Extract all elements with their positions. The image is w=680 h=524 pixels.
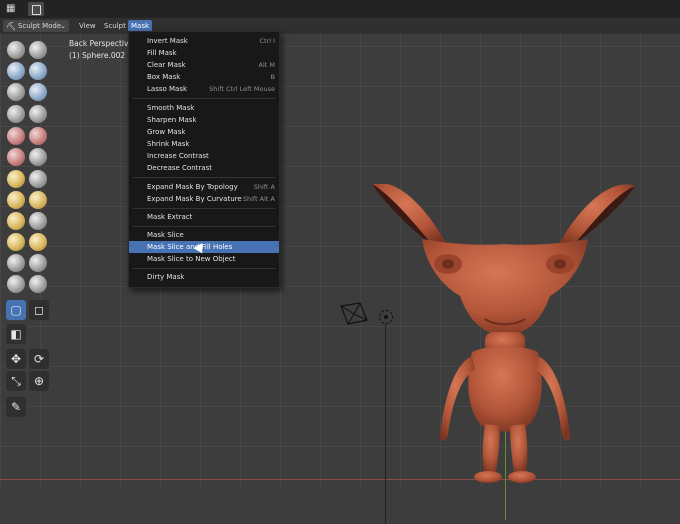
clay-thumb-brush-icon[interactable] xyxy=(7,83,25,101)
pinch-brush-icon[interactable] xyxy=(7,191,25,209)
move-tool[interactable]: ✥ xyxy=(6,349,26,369)
pose-brush-icon[interactable] xyxy=(29,233,47,251)
menu-item-increase-contrast[interactable]: Increase Contrast xyxy=(129,150,279,162)
menu-item-sharpen-mask[interactable]: Sharpen Mask xyxy=(129,114,279,126)
menu-separator xyxy=(133,208,275,209)
mode-select[interactable]: ⛏ Sculpt Mode ⌄ xyxy=(3,20,69,32)
viewport-header: ⛏ Sculpt Mode ⌄ View Sculpt Mask xyxy=(0,18,680,34)
menu-view[interactable]: View xyxy=(76,20,99,32)
menu-item-fill-mask[interactable]: Fill Mask xyxy=(129,47,279,59)
flatten-brush-icon[interactable] xyxy=(7,148,25,166)
scale-icon: ⤡ xyxy=(11,374,21,388)
move-icon: ✥ xyxy=(10,352,22,366)
menu-item-smooth-mask[interactable]: Smooth Mask xyxy=(129,102,279,114)
menu-item-dirty-mask[interactable]: Dirty Mask xyxy=(129,271,279,283)
menu-separator xyxy=(133,268,275,269)
mode-label: Sculpt Mode xyxy=(18,22,62,30)
snake-hook-brush-icon[interactable] xyxy=(29,212,47,230)
menu-item-shrink-mask[interactable]: Shrink Mask xyxy=(129,138,279,150)
draw-sharp-brush-icon[interactable] xyxy=(29,41,47,59)
chevron-down-icon: ⌄ xyxy=(60,22,66,30)
menu-item-decrease-contrast[interactable]: Decrease Contrast xyxy=(129,162,279,174)
simplify-brush-icon[interactable] xyxy=(7,275,25,293)
box-mask-icon: ▢ xyxy=(10,303,22,317)
rotate-tool[interactable]: ⟳ xyxy=(29,349,49,369)
menu-item-clear-mask[interactable]: Clear Mask Alt M xyxy=(129,59,279,71)
multiplane-scrape-brush-icon[interactable] xyxy=(29,170,47,188)
menu-item-mask-extract[interactable]: Mask Extract xyxy=(129,211,279,223)
mask-brush-icon[interactable] xyxy=(29,275,47,293)
object-name: (1) Sphere.002 xyxy=(69,51,126,60)
thumb-brush-icon[interactable] xyxy=(7,233,25,251)
transform-icon: ⊕ xyxy=(33,374,45,388)
smooth-brush-icon[interactable] xyxy=(29,127,47,145)
menu-item-invert-mask[interactable]: Invert Mask Ctrl I xyxy=(129,35,279,47)
inflate-brush-icon[interactable] xyxy=(7,105,25,123)
menu-item-mask-slice[interactable]: Mask Slice xyxy=(129,229,279,241)
sculpt-mode-icon: ⛏ xyxy=(6,22,17,31)
menu-item-expand-curvature[interactable]: Expand Mask By Curvature Shift Alt A xyxy=(129,193,279,205)
grab-brush-icon[interactable] xyxy=(29,191,47,209)
menu-item-box-mask[interactable]: Box Mask B xyxy=(129,71,279,83)
blob-brush-icon[interactable] xyxy=(29,105,47,123)
3d-viewport[interactable]: Back Perspective (1) Sphere.002 xyxy=(0,34,680,524)
box-hide-icon: ◻ xyxy=(34,303,44,317)
scrape-brush-icon[interactable] xyxy=(7,170,25,188)
transform-tool[interactable]: ⊕ xyxy=(29,371,49,391)
scale-tool[interactable]: ⤡ xyxy=(6,371,26,391)
annotate-tool[interactable]: ✎ xyxy=(6,397,26,417)
layer-brush-icon[interactable] xyxy=(29,83,47,101)
top-bar: ▦ xyxy=(0,0,680,18)
fill-brush-icon[interactable] xyxy=(29,148,47,166)
scene-icon[interactable] xyxy=(28,2,44,16)
annotate-icon: ✎ xyxy=(10,400,22,414)
menu-separator xyxy=(133,177,275,178)
menu-item-lasso-mask[interactable]: Lasso Mask Shift Ctrl Left Mouse xyxy=(129,83,279,95)
menu-item-grow-mask[interactable]: Grow Mask xyxy=(129,126,279,138)
menu-item-mask-slice-new-object[interactable]: Mask Slice to New Object xyxy=(129,253,279,265)
box-hide-tool[interactable]: ◻ xyxy=(29,300,49,320)
elastic-deform-brush-icon[interactable] xyxy=(7,212,25,230)
rotate-icon: ⟳ xyxy=(33,352,45,366)
rotate-brush-icon[interactable] xyxy=(29,254,47,272)
menu-separator xyxy=(133,98,275,99)
crease-brush-icon[interactable] xyxy=(7,127,25,145)
draw-brush-icon[interactable] xyxy=(7,41,25,59)
view-name: Back Perspective xyxy=(69,39,134,48)
menu-item-expand-topology[interactable]: Expand Mask By Topology Shift A xyxy=(129,181,279,193)
menu-sculpt[interactable]: Sculpt xyxy=(101,20,129,32)
editor-type-icon[interactable]: ▦ xyxy=(6,3,22,15)
clay-strips-brush-icon[interactable] xyxy=(29,62,47,80)
mesh-filter-tool[interactable]: ◧ xyxy=(6,324,26,344)
sculpt-model[interactable] xyxy=(360,184,650,494)
menu-separator xyxy=(133,226,275,227)
mesh-filter-icon: ◧ xyxy=(10,327,22,341)
clay-brush-icon[interactable] xyxy=(7,62,25,80)
box-mask-tool[interactable]: ▢ xyxy=(6,300,26,320)
nudge-brush-icon[interactable] xyxy=(7,254,25,272)
